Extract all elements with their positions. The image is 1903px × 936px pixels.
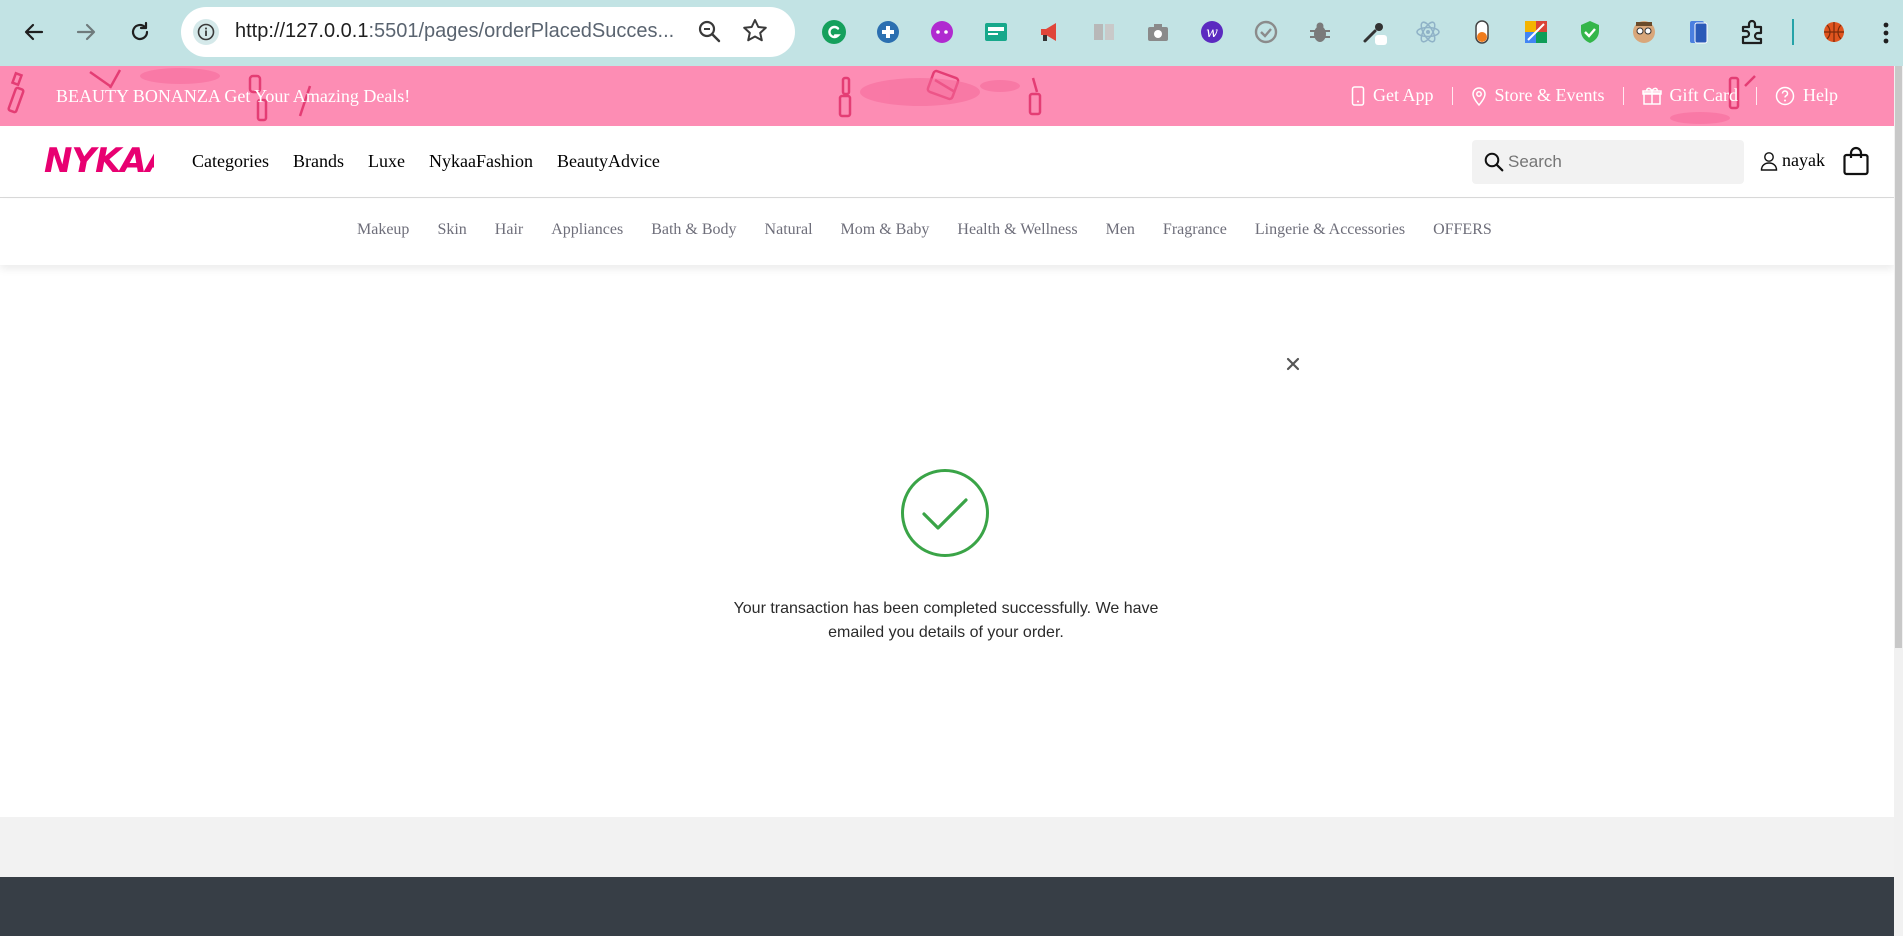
spy-extension-icon[interactable] bbox=[1630, 18, 1658, 46]
reload-button[interactable] bbox=[122, 14, 158, 50]
shield-extension-icon[interactable] bbox=[1576, 18, 1604, 46]
nykaa-logo[interactable]: NYKAA bbox=[42, 140, 172, 185]
url-path: :5501/pages/orderPlacedSucces... bbox=[368, 20, 675, 42]
check-extension-icon[interactable] bbox=[1252, 18, 1280, 46]
gift-card-label: Gift Card bbox=[1669, 85, 1738, 105]
store-events-link[interactable]: Store & Events bbox=[1453, 85, 1623, 106]
category-hair[interactable]: Hair bbox=[495, 221, 523, 239]
main-nav: Categories Brands Luxe NykaaFashion Beau… bbox=[192, 151, 660, 172]
category-makeup[interactable]: Makeup bbox=[357, 221, 409, 239]
svg-text:w: w bbox=[1206, 25, 1218, 41]
promo-separator bbox=[1622, 86, 1624, 105]
location-pin-icon bbox=[1471, 86, 1486, 106]
site-header: NYKAA Categories Brands Luxe NykaaFashio… bbox=[0, 126, 1894, 198]
site-footer bbox=[0, 877, 1894, 936]
scrollbar-thumb[interactable] bbox=[1895, 66, 1902, 648]
get-app-link[interactable]: Get App bbox=[1333, 85, 1452, 106]
nav-luxe[interactable]: Luxe bbox=[368, 151, 405, 172]
more-menu-icon[interactable] bbox=[1878, 18, 1894, 48]
promo-text: BEAUTY BONANZA Get Your Amazing Deals! bbox=[56, 86, 411, 106]
phone-extension-icon[interactable] bbox=[1684, 18, 1712, 46]
category-list: Makeup Skin Hair Appliances Bath & Body … bbox=[357, 221, 1492, 239]
pill-extension-icon[interactable] bbox=[1468, 18, 1496, 46]
search-input[interactable] bbox=[1502, 140, 1738, 184]
category-health-wellness[interactable]: Health & Wellness bbox=[957, 221, 1077, 239]
help-circle-icon bbox=[1775, 86, 1795, 105]
url-host: http://127.0.0.1 bbox=[235, 20, 369, 42]
nav-brands[interactable]: Brands bbox=[293, 151, 344, 172]
url-text[interactable]: http://127.0.0.1:5501/pages/orderPlacedS… bbox=[235, 20, 685, 43]
reload-icon bbox=[131, 21, 149, 41]
grammarly-extension-icon[interactable] bbox=[820, 18, 848, 46]
search-icon bbox=[1484, 152, 1504, 172]
browser-toolbar: http://127.0.0.1:5501/pages/orderPlacedS… bbox=[0, 0, 1903, 66]
category-lingerie-accessories[interactable]: Lingerie & Accessories bbox=[1255, 221, 1405, 239]
category-fragrance[interactable]: Fragrance bbox=[1163, 221, 1227, 239]
shopping-bag-icon bbox=[1843, 146, 1869, 176]
help-link[interactable]: Help bbox=[1757, 85, 1838, 106]
profile-avatar-icon[interactable] bbox=[1820, 18, 1848, 46]
address-bar[interactable]: http://127.0.0.1:5501/pages/orderPlacedS… bbox=[181, 7, 795, 57]
cart-button[interactable] bbox=[1842, 146, 1870, 181]
category-mom-baby[interactable]: Mom & Baby bbox=[841, 221, 930, 239]
category-appliances[interactable]: Appliances bbox=[551, 221, 623, 239]
category-bath-body[interactable]: Bath & Body bbox=[651, 221, 736, 239]
bookmark-star-icon[interactable] bbox=[741, 17, 769, 45]
camera-extension-icon[interactable] bbox=[1144, 18, 1172, 46]
colorful-extension-icon[interactable] bbox=[1522, 18, 1550, 46]
username-label: nayak bbox=[1782, 150, 1825, 170]
arrow-left-icon bbox=[24, 23, 44, 41]
zoom-icon[interactable] bbox=[697, 19, 723, 45]
mail-extension-icon[interactable] bbox=[982, 18, 1010, 46]
category-offers[interactable]: OFFERS bbox=[1433, 221, 1492, 239]
promo-separator bbox=[1451, 86, 1453, 105]
react-devtools-icon[interactable] bbox=[1414, 18, 1442, 46]
account-menu[interactable]: nayak bbox=[1760, 150, 1825, 171]
forward-button[interactable] bbox=[68, 14, 104, 50]
help-label: Help bbox=[1803, 85, 1838, 105]
bug-extension-icon[interactable] bbox=[1306, 18, 1334, 46]
search-box[interactable] bbox=[1472, 140, 1744, 184]
toolbar-separator bbox=[1792, 19, 1794, 45]
nav-beauty-advice[interactable]: BeautyAdvice bbox=[557, 151, 660, 172]
gift-card-link[interactable]: Gift Card bbox=[1624, 85, 1756, 106]
category-natural[interactable]: Natural bbox=[765, 221, 813, 239]
promo-separator bbox=[1756, 86, 1757, 105]
back-button[interactable] bbox=[16, 14, 52, 50]
megaphone-extension-icon[interactable] bbox=[1036, 18, 1064, 46]
w-extension-icon[interactable]: w bbox=[1198, 18, 1226, 46]
store-events-label: Store & Events bbox=[1494, 85, 1605, 105]
reader-extension-icon[interactable] bbox=[1090, 18, 1118, 46]
success-check-icon bbox=[901, 469, 989, 557]
promo-links: Get App Store & Events Gift Card Help bbox=[1333, 85, 1838, 106]
page-scrollbar[interactable] bbox=[1894, 66, 1903, 936]
category-skin[interactable]: Skin bbox=[437, 221, 466, 239]
mobile-phone-icon bbox=[1351, 85, 1365, 106]
close-icon[interactable] bbox=[1285, 356, 1301, 372]
page-bottom-band bbox=[0, 817, 1894, 877]
purple-extension-icon[interactable] bbox=[928, 18, 956, 46]
nav-nykaa-fashion[interactable]: NykaaFashion bbox=[429, 151, 533, 172]
success-message: Your transaction has been completed succ… bbox=[733, 600, 1159, 641]
gift-icon bbox=[1641, 87, 1662, 105]
eyedropper-extension-icon[interactable] bbox=[1360, 18, 1388, 46]
promo-bar: BEAUTY BONANZA Get Your Amazing Deals! G… bbox=[0, 66, 1894, 126]
category-bar: Makeup Skin Hair Appliances Bath & Body … bbox=[0, 199, 1894, 265]
arrow-right-icon bbox=[76, 23, 96, 41]
category-men[interactable]: Men bbox=[1106, 221, 1135, 239]
extensions-puzzle-icon[interactable] bbox=[1738, 18, 1766, 46]
user-icon bbox=[1760, 151, 1778, 171]
svg-text:NYKAA: NYKAA bbox=[44, 141, 154, 180]
get-app-label: Get App bbox=[1373, 85, 1434, 105]
medical-extension-icon[interactable] bbox=[874, 18, 902, 46]
nav-categories[interactable]: Categories bbox=[192, 151, 269, 172]
nykaa-logo-wordmark: NYKAA bbox=[44, 141, 172, 181]
site-info-icon[interactable] bbox=[193, 19, 219, 45]
